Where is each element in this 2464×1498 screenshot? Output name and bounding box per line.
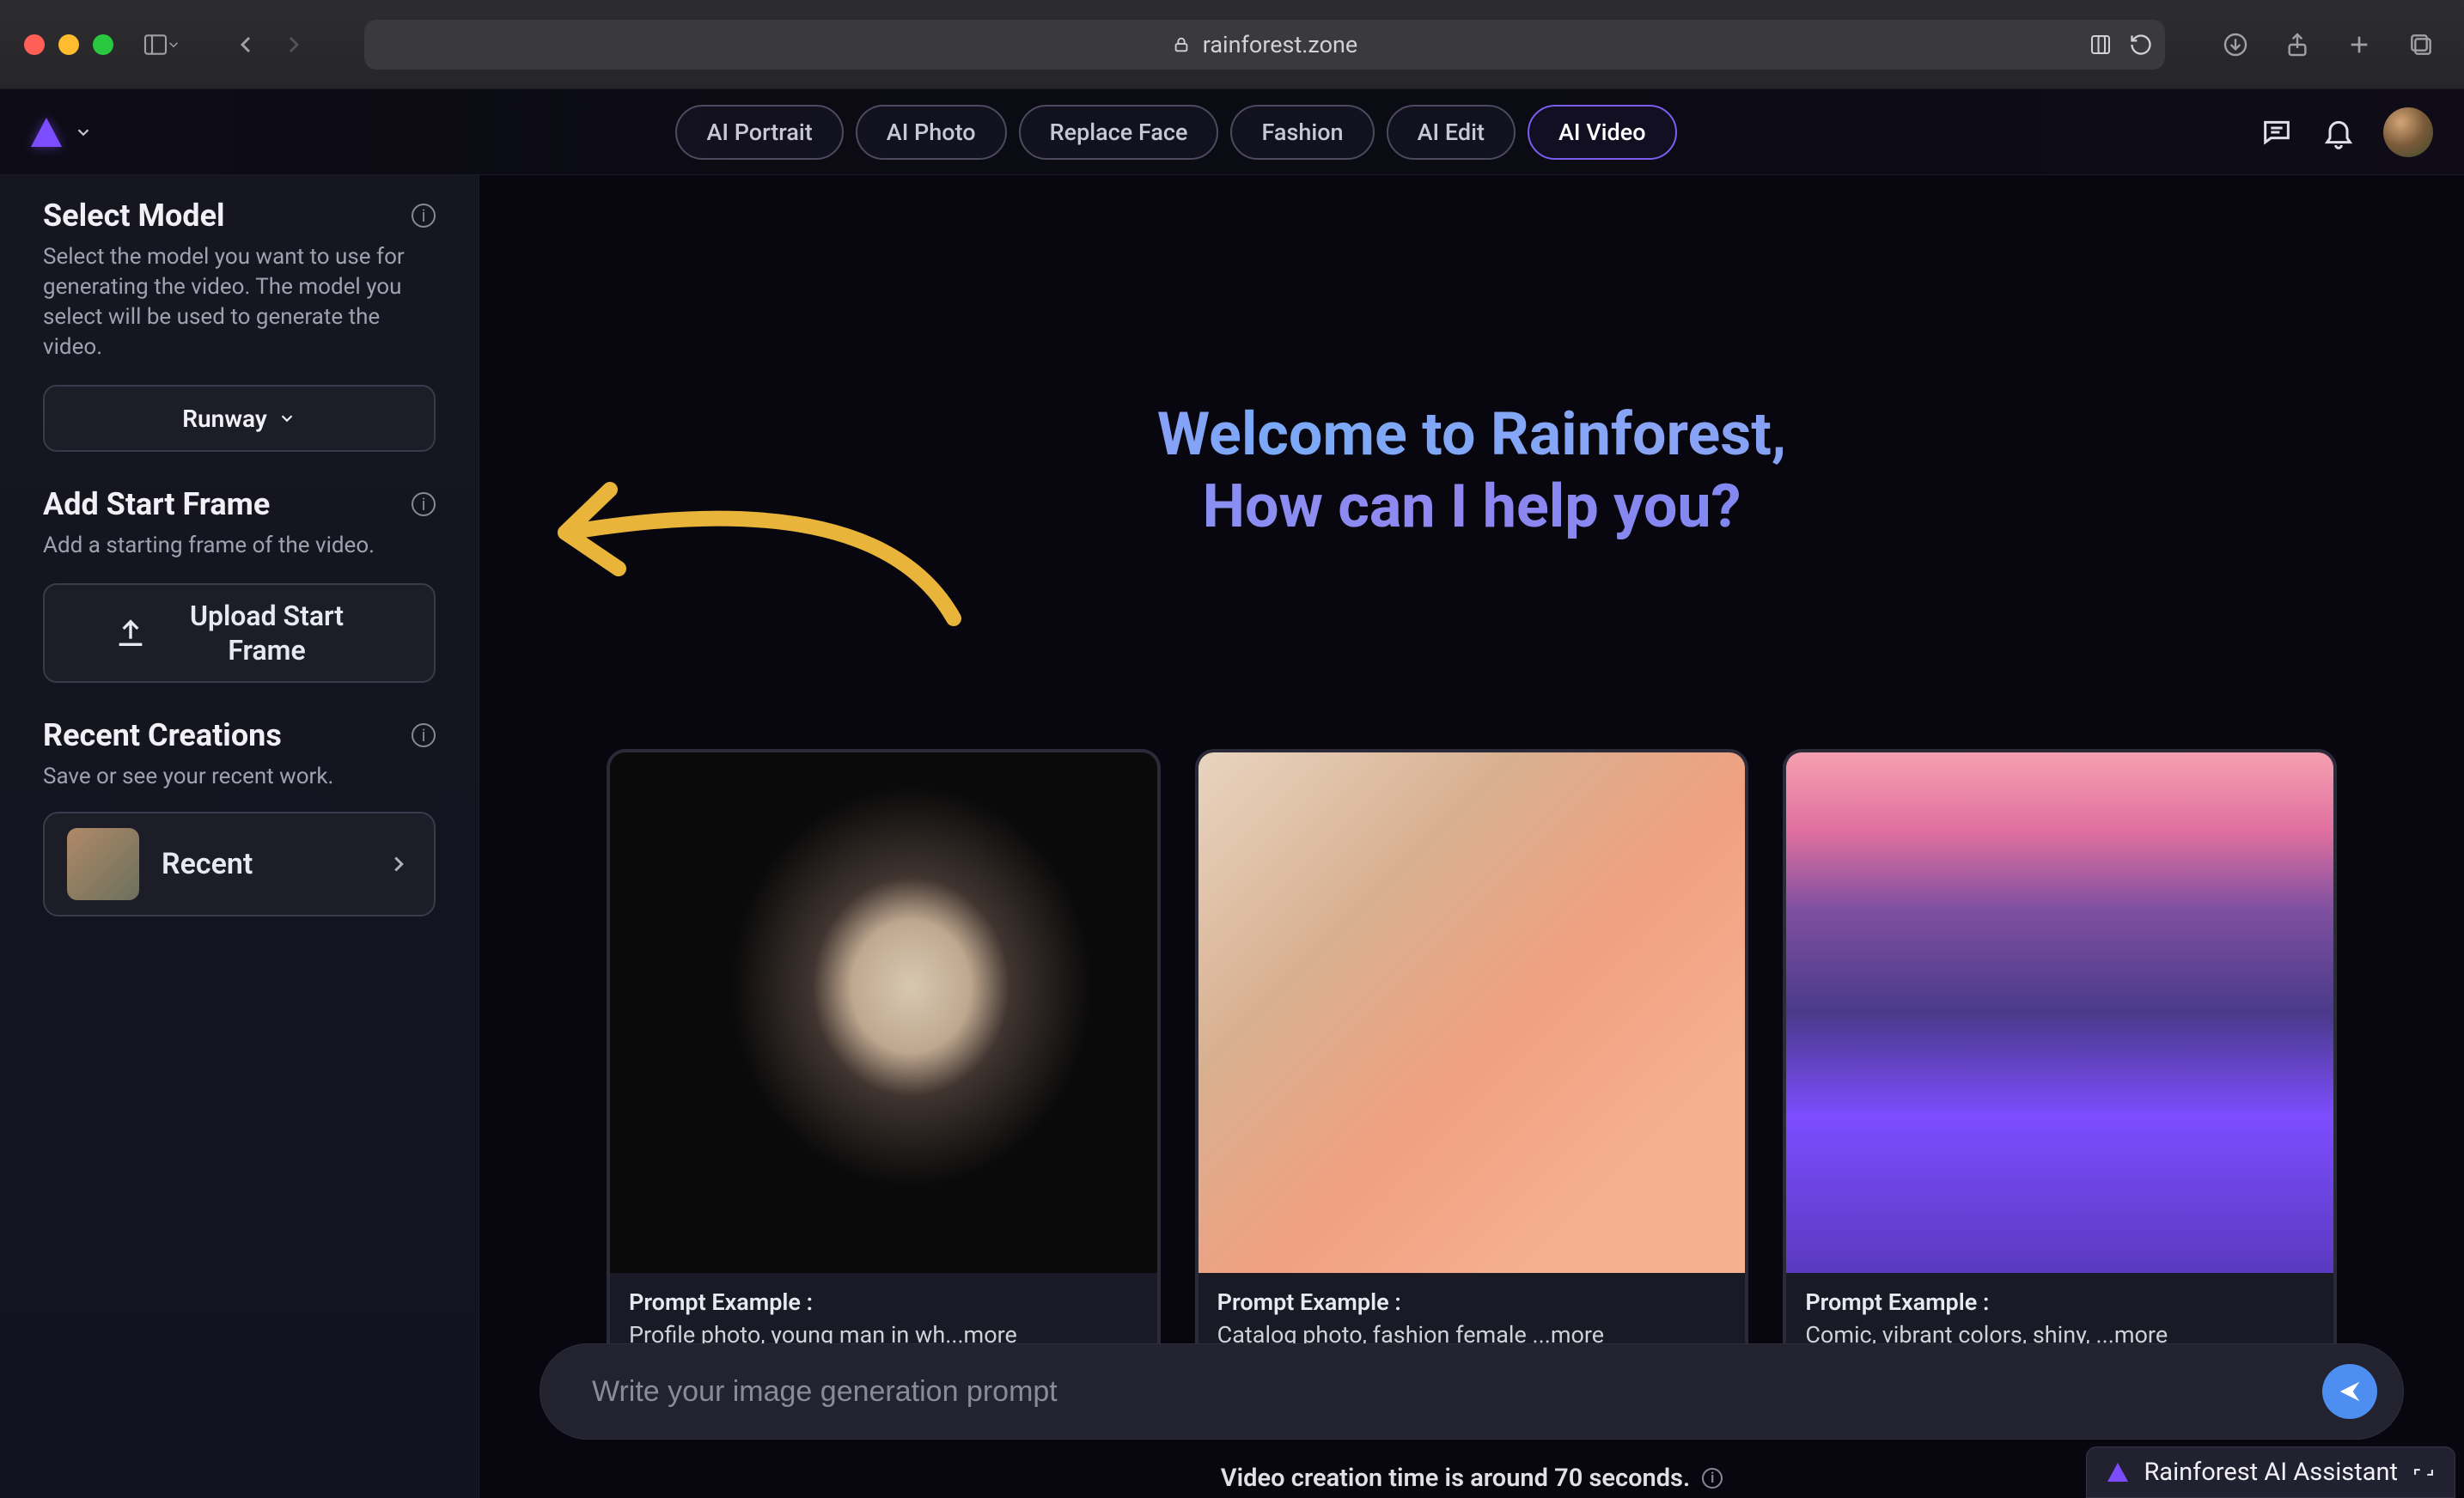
share-icon[interactable] — [2278, 26, 2316, 64]
url-bar[interactable]: rainforest.zone — [364, 20, 2165, 70]
example-image — [1786, 752, 2333, 1273]
app-header: AI Portrait AI Photo Replace Face Fashio… — [0, 89, 2464, 175]
minimize-window-icon[interactable] — [58, 34, 79, 55]
prompt-example-card[interactable]: Prompt Example : Profile photo, young ma… — [607, 749, 1161, 1373]
prompt-examples: Prompt Example : Profile photo, young ma… — [607, 749, 2337, 1373]
fullscreen-window-icon[interactable] — [93, 34, 113, 55]
tabs-overview-icon[interactable] — [2402, 26, 2440, 64]
example-title: Prompt Example : — [1217, 1288, 1727, 1316]
example-title: Prompt Example : — [1805, 1288, 2315, 1316]
start-frame-desc: Add a starting frame of the video. — [43, 531, 436, 561]
sidebar: Select Model i Select the model you want… — [0, 175, 479, 1498]
reload-icon[interactable] — [2129, 33, 2153, 57]
url-text: rainforest.zone — [1203, 31, 1357, 58]
start-frame-title: Add Start Frame — [43, 486, 270, 522]
close-window-icon[interactable] — [24, 34, 45, 55]
main-content: Welcome to Rainforest, How can I help yo… — [479, 175, 2464, 1498]
logo-icon — [2107, 1463, 2128, 1482]
info-icon[interactable]: i — [412, 723, 436, 747]
expand-icon[interactable] — [2413, 1462, 2434, 1483]
assistant-dock[interactable]: Rainforest AI Assistant — [2086, 1446, 2455, 1498]
recent-thumbnail — [67, 828, 139, 900]
upload-icon — [113, 616, 148, 650]
upload-start-frame-button[interactable]: Upload Start Frame — [43, 583, 436, 683]
model-select[interactable]: Runway — [43, 385, 436, 452]
lock-icon — [1172, 35, 1191, 54]
info-icon[interactable]: i — [412, 492, 436, 516]
recent-label: Recent — [162, 847, 253, 881]
status-text: Video creation time is around 70 seconds… — [1221, 1464, 1690, 1493]
logo-icon — [31, 118, 62, 147]
nav-tabs: AI Portrait AI Photo Replace Face Fashio… — [675, 105, 1676, 160]
window-controls — [24, 34, 113, 55]
example-title: Prompt Example : — [629, 1288, 1138, 1316]
prompt-bar — [540, 1343, 2404, 1440]
assistant-label: Rainforest AI Assistant — [2144, 1458, 2398, 1487]
new-tab-icon[interactable] — [2340, 26, 2378, 64]
sidebar-toggle-icon[interactable] — [131, 26, 192, 64]
info-icon[interactable]: i — [1702, 1468, 1723, 1489]
model-select-value: Runway — [182, 405, 266, 433]
downloads-icon[interactable] — [2217, 26, 2254, 64]
prompt-example-card[interactable]: Prompt Example : Comic, vibrant colors, … — [1783, 749, 2337, 1373]
user-avatar[interactable] — [2383, 107, 2433, 157]
info-icon[interactable]: i — [412, 204, 436, 228]
prompt-input[interactable] — [590, 1374, 2322, 1410]
prompt-example-card[interactable]: Prompt Example : Catalog photo, fashion … — [1195, 749, 1749, 1373]
example-image — [610, 752, 1157, 1273]
welcome-line1: Welcome to Rainforest, — [1157, 399, 1786, 470]
recent-button[interactable]: Recent — [43, 812, 436, 916]
chevron-down-icon — [74, 123, 93, 142]
tab-ai-photo[interactable]: AI Photo — [856, 105, 1007, 160]
recent-creations-title: Recent Creations — [43, 717, 282, 753]
tab-fashion[interactable]: Fashion — [1230, 105, 1374, 160]
browser-chrome: rainforest.zone — [0, 0, 2464, 89]
tab-replace-face[interactable]: Replace Face — [1019, 105, 1219, 160]
notifications-icon[interactable] — [2321, 115, 2356, 149]
messages-icon[interactable] — [2260, 115, 2294, 149]
chevron-right-icon — [386, 851, 412, 877]
tab-ai-portrait[interactable]: AI Portrait — [675, 105, 843, 160]
tab-ai-video[interactable]: AI Video — [1528, 105, 1677, 160]
welcome-line2: How can I help you? — [479, 471, 2464, 543]
reader-mode-icon[interactable] — [2088, 32, 2113, 58]
chevron-down-icon — [278, 409, 296, 428]
send-button[interactable] — [2322, 1364, 2377, 1419]
example-image — [1198, 752, 1746, 1273]
recent-creations-desc: Save or see your recent work. — [43, 762, 436, 792]
welcome-heading: Welcome to Rainforest, How can I help yo… — [479, 399, 2464, 543]
select-model-title: Select Model — [43, 198, 225, 234]
send-icon — [2337, 1379, 2363, 1404]
select-model-desc: Select the model you want to use for gen… — [43, 242, 436, 362]
forward-button[interactable] — [275, 26, 313, 64]
logo[interactable] — [31, 118, 93, 147]
upload-start-frame-label: Upload Start Frame — [168, 599, 366, 667]
back-button[interactable] — [227, 26, 265, 64]
tab-ai-edit[interactable]: AI Edit — [1387, 105, 1516, 160]
